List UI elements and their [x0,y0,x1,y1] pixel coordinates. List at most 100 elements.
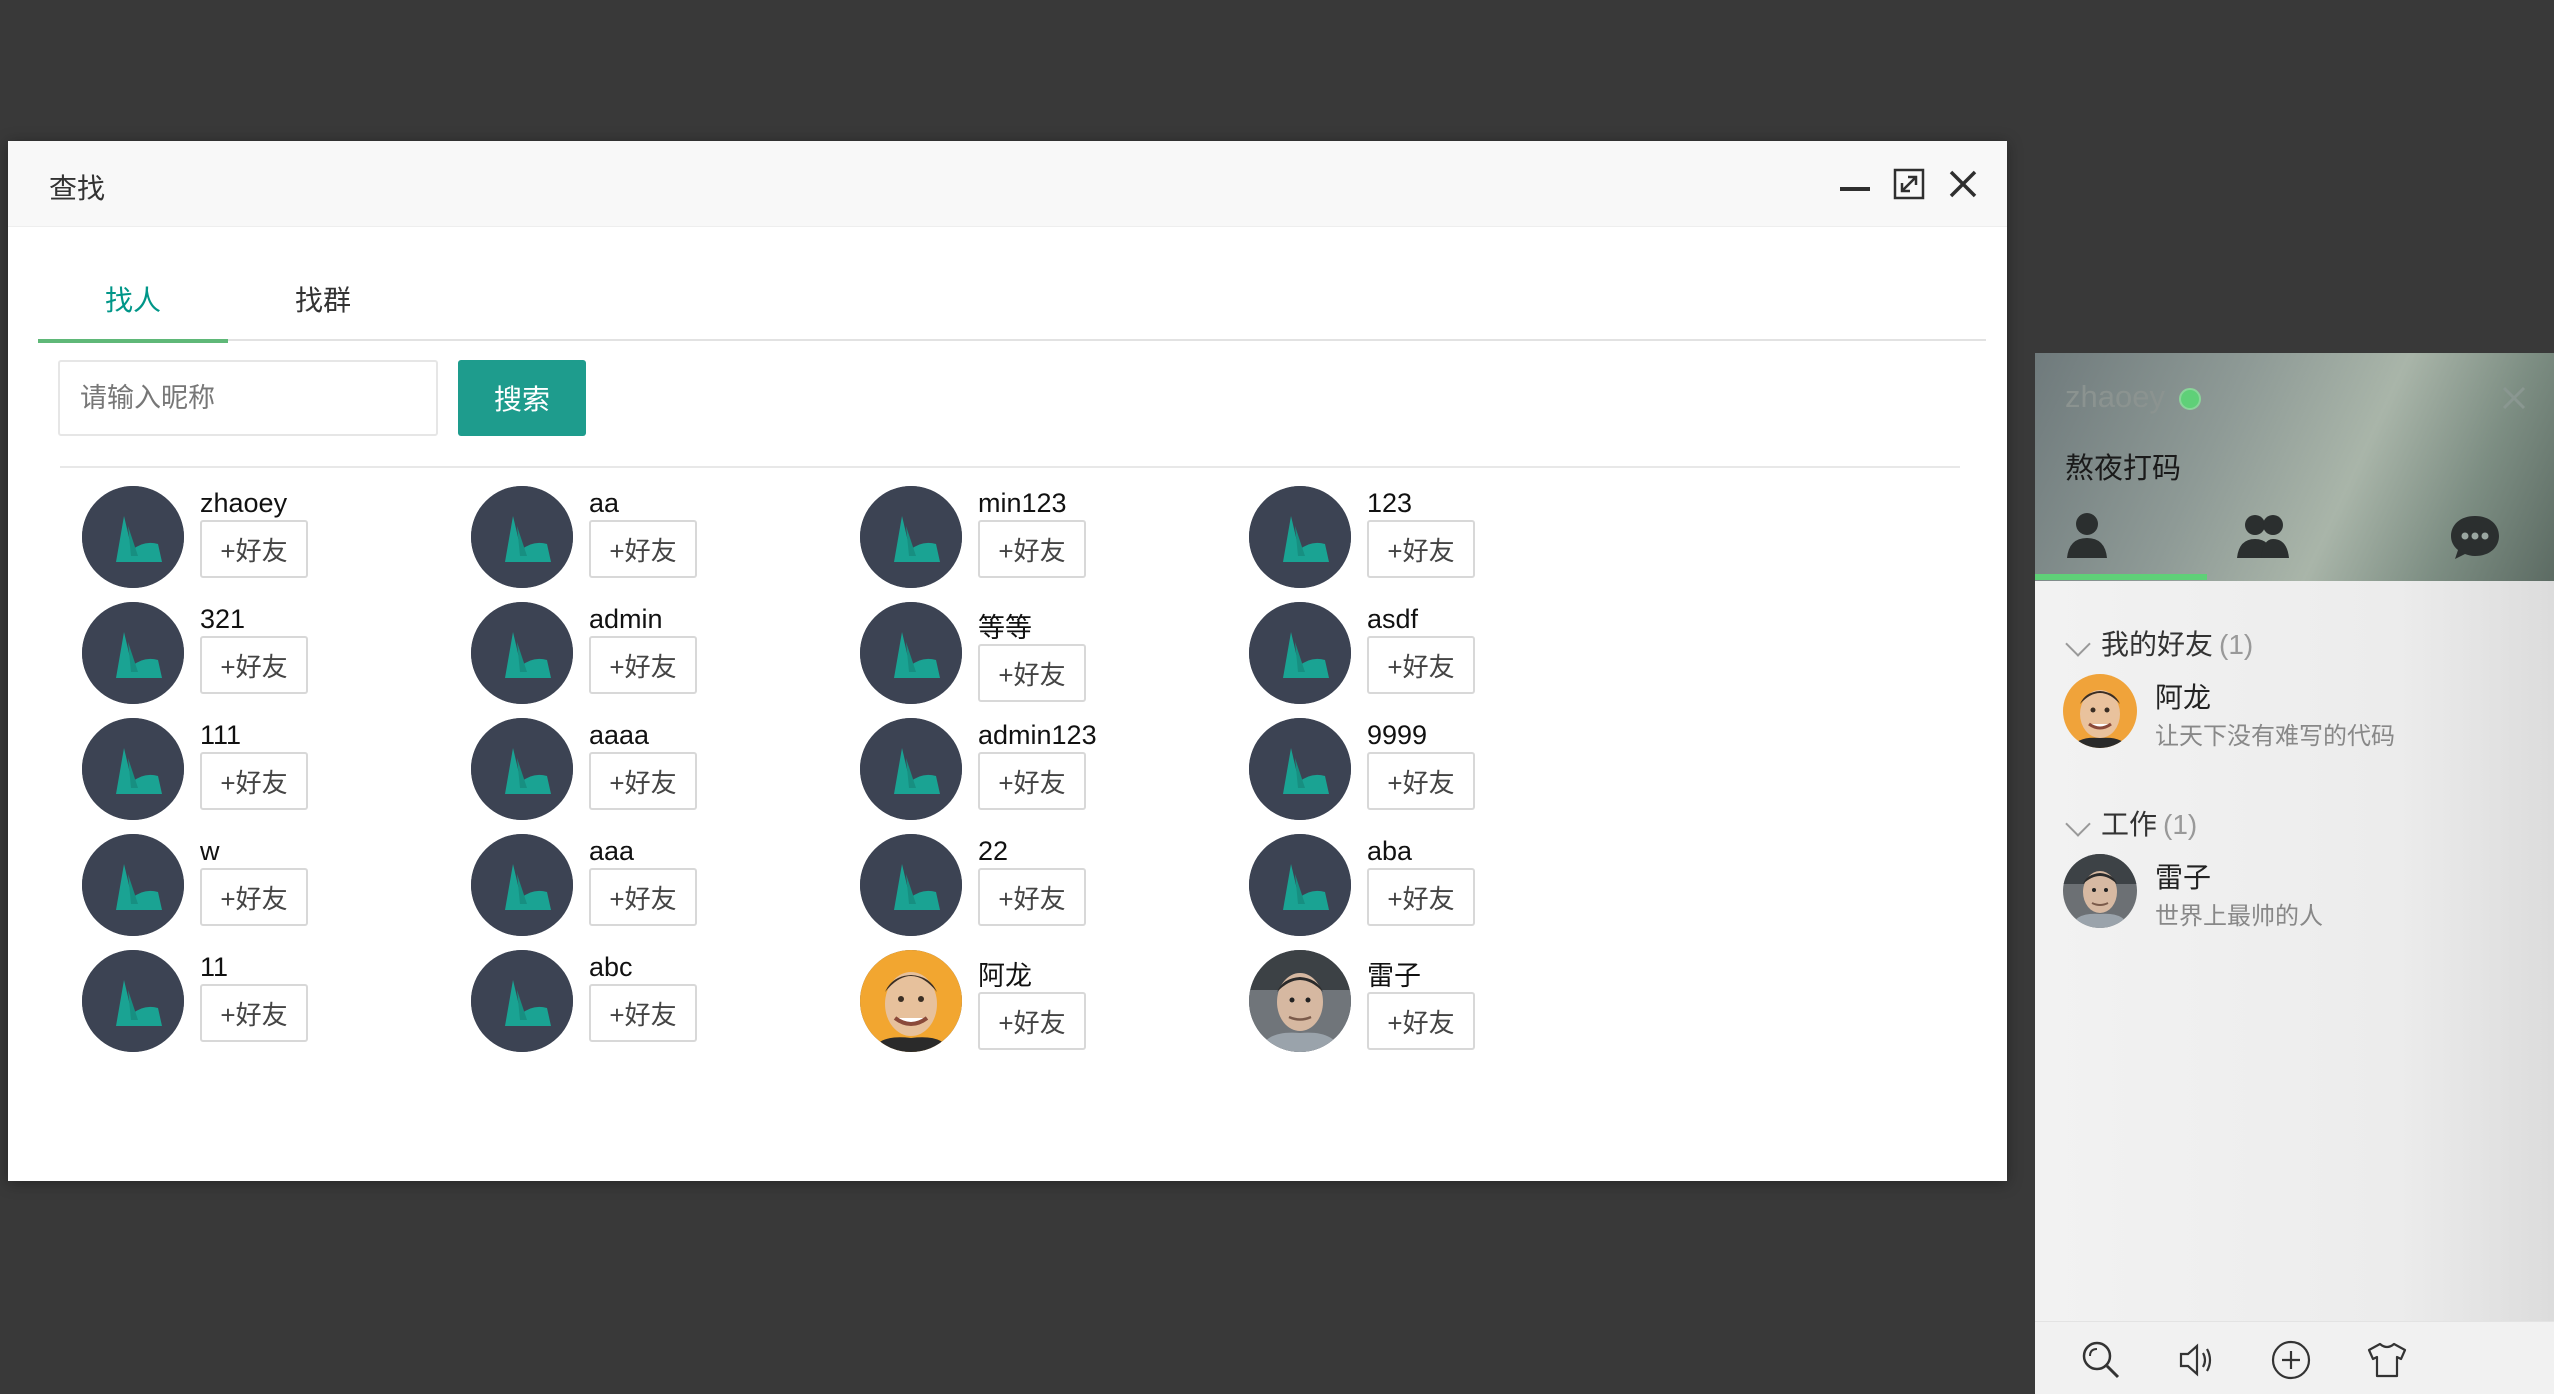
avatar [82,834,184,936]
messages-tab-icon[interactable] [2445,508,2505,564]
group-count: (1) [2219,629,2254,660]
avatar [471,834,573,936]
avatar [1249,950,1351,1052]
divider [60,466,1960,468]
user-card: asdf +好友 [1249,602,1709,712]
add-friend-button[interactable]: +好友 [589,984,697,1042]
add-friend-button[interactable]: +好友 [200,520,308,578]
add-friend-button[interactable]: +好友 [1367,520,1475,578]
current-username: zhaoey [2065,379,2165,414]
group-count: (1) [2163,809,2198,840]
user-name: aaaa [589,720,650,750]
friend-list: 我的好友 (1) 阿龙 让天下没有难写的代码 工作 (1) 雷子 世界上最帅的人 [2035,581,2554,1321]
add-friend-button[interactable]: +好友 [1367,868,1475,926]
tab-bar: 找人 找群 [38,271,1986,343]
friends-tab-icon[interactable] [2057,508,2117,564]
main-panel: zhaoey 熬夜打码 我的好友(1) 阿龙 让天下没有难写的代码 工作(1 [2035,353,2554,1394]
user-card: 雷子 +好友 [1249,950,1709,1060]
user-name: aaa [589,836,635,866]
user-name: zhaoey [200,488,288,518]
add-icon[interactable] [2269,1338,2313,1382]
avatar [860,486,962,588]
user-name: aa [589,488,620,518]
avatar [860,950,962,1052]
user-name: 22 [978,836,1009,866]
add-friend-button[interactable]: +好友 [200,868,308,926]
add-friend-button[interactable]: +好友 [1367,992,1475,1050]
avatar [2063,854,2137,928]
friend-name: 雷子 [2155,862,2212,893]
user-card: 9999 +好友 [1249,718,1709,828]
user-name: w [200,836,220,866]
panel-close-icon[interactable] [2497,381,2531,415]
add-friend-button[interactable]: +好友 [200,636,308,694]
tab-find-groups[interactable]: 找群 [228,271,418,341]
close-icon[interactable] [1946,167,1980,201]
add-friend-button[interactable]: +好友 [589,520,697,578]
tab-find-people[interactable]: 找人 [38,271,228,343]
avatar [82,718,184,820]
user-name: 11 [200,952,229,982]
add-friend-button[interactable]: +好友 [589,868,697,926]
user-name: 111 [200,720,242,750]
user-name: 9999 [1367,720,1428,750]
add-friend-button[interactable]: +好友 [978,992,1086,1050]
avatar [82,602,184,704]
group-work[interactable]: 工作 (1) [2063,803,2197,843]
active-tab-indicator [2035,574,2207,580]
add-friend-button[interactable]: +好友 [978,644,1086,702]
group-title: 工作 [2101,809,2158,840]
avatar [471,486,573,588]
maximize-icon[interactable] [1892,167,1926,201]
skin-icon[interactable] [2365,1338,2409,1382]
user-card: 123 +好友 [1249,486,1709,596]
minimize-icon[interactable] [1838,167,1872,201]
add-friend-button[interactable]: +好友 [1367,636,1475,694]
friend-item[interactable]: 阿龙 让天下没有难写的代码 [2063,674,2533,754]
avatar [860,602,962,704]
avatar [2063,674,2137,748]
search-icon[interactable] [2079,1338,2123,1382]
find-dialog: 查找 找人 找群 搜索 zhaoey+好友aa+好友min123+好友123+好… [8,141,2007,1181]
avatar [471,602,573,704]
avatar [471,950,573,1052]
groups-tab-icon[interactable] [2233,508,2293,564]
avatar [860,718,962,820]
user-name: abc [589,952,633,982]
user-name: admin123 [978,720,1097,750]
nickname-search-input[interactable] [58,360,438,436]
search-button[interactable]: 搜索 [458,360,586,436]
friend-item[interactable]: 雷子 世界上最帅的人 [2063,854,2533,934]
user-name: aba [1367,836,1413,866]
add-friend-button[interactable]: +好友 [200,752,308,810]
friend-signature: 让天下没有难写的代码 [2155,723,2395,750]
friend-signature: 世界上最帅的人 [2155,903,2323,930]
user-signature[interactable]: 熬夜打码 [2065,445,2181,487]
add-friend-button[interactable]: +好友 [589,752,697,810]
add-friend-button[interactable]: +好友 [200,984,308,1042]
panel-toolbar [2035,1321,2554,1394]
add-friend-button[interactable]: +好友 [1367,752,1475,810]
group-title: 我的好友 [2101,629,2214,660]
avatar [860,834,962,936]
add-friend-button[interactable]: +好友 [589,636,697,694]
group-my-friends[interactable]: 我的好友 (1) [2063,623,2253,663]
add-friend-button[interactable]: +好友 [978,868,1086,926]
user-name: 321 [200,604,246,634]
avatar [1249,602,1351,704]
user-name: asdf [1367,604,1419,634]
avatar [471,718,573,820]
online-status-icon[interactable] [2179,388,2201,410]
chevron-down-icon [2065,810,2091,837]
avatar [1249,486,1351,588]
add-friend-button[interactable]: +好友 [978,520,1086,578]
avatar [82,486,184,588]
dialog-title: 查找 [49,173,106,204]
user-name: admin [589,604,663,634]
sound-icon[interactable] [2175,1338,2219,1382]
avatar [82,950,184,1052]
user-card: aba +好友 [1249,834,1709,944]
add-friend-button[interactable]: +好友 [978,752,1086,810]
user-name: 等等 [978,613,1032,643]
user-name: 阿龙 [978,961,1032,991]
